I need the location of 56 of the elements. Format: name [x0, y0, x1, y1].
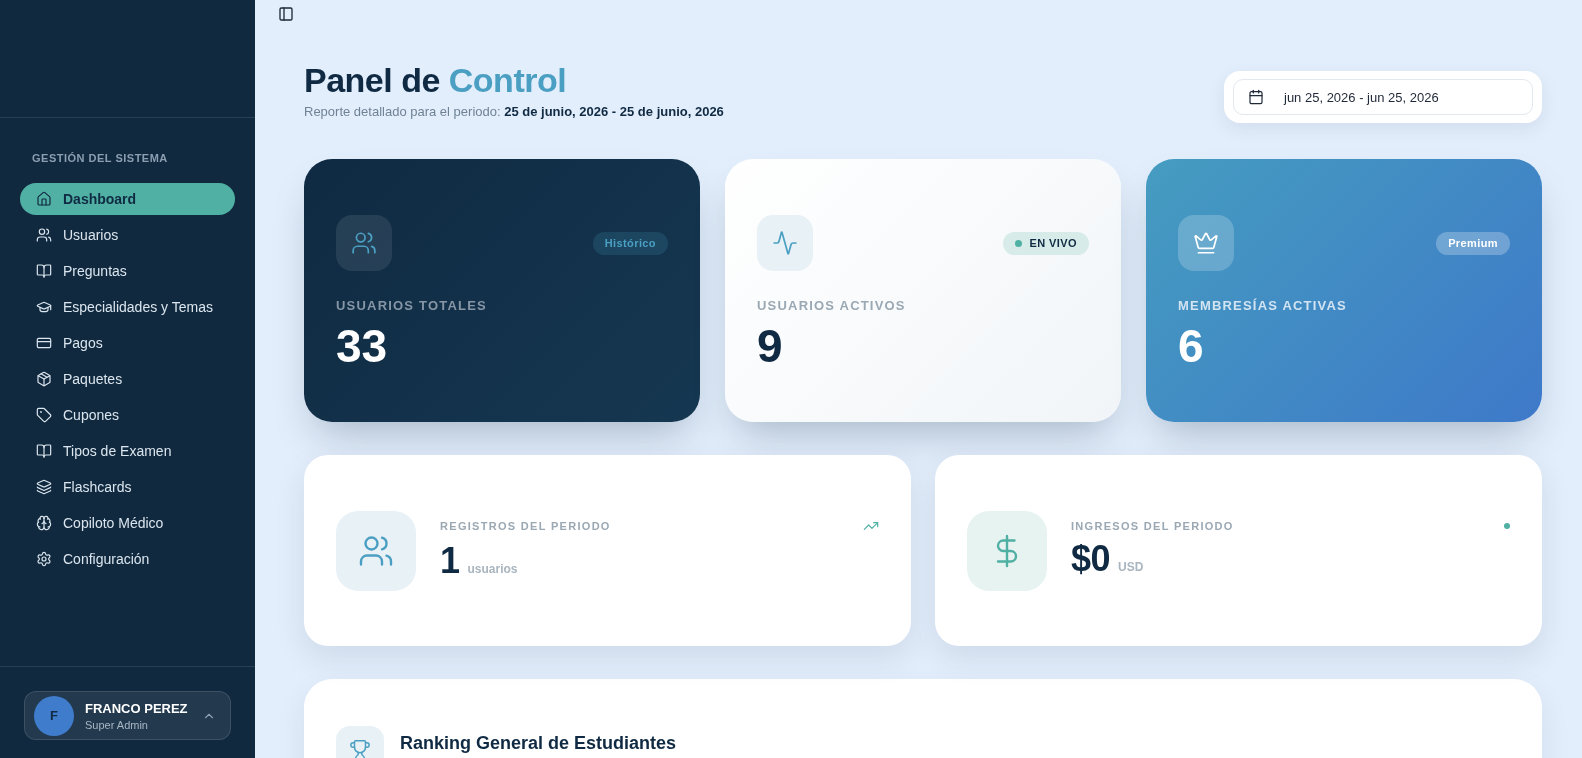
activity-icon — [757, 215, 813, 271]
nav-item[interactable]: Configuración — [20, 543, 235, 575]
users-icon — [336, 215, 392, 271]
package-icon — [36, 371, 52, 387]
book-icon — [36, 263, 52, 279]
badge-label: Premium — [1448, 237, 1498, 249]
period-unit: USD — [1118, 559, 1144, 574]
period-value: 1 — [440, 541, 460, 580]
dollar-sign-icon — [967, 510, 1047, 591]
ranking-title: Ranking General de Estudiantes — [400, 732, 677, 754]
nav-item[interactable]: Usuarios — [20, 219, 235, 251]
nav-item[interactable]: Tipos de Examen — [20, 435, 235, 467]
user-role: Super Admin — [85, 718, 149, 731]
book-icon — [36, 443, 52, 459]
avatar: F — [34, 695, 74, 736]
stat-label: USUARIOS ACTIVOS — [757, 298, 907, 313]
layers-icon — [36, 479, 52, 495]
stat-label: USUARIOS TOTALES — [336, 298, 488, 313]
nav-item[interactable]: Preguntas — [20, 255, 235, 287]
period-unit: usuarios — [467, 561, 518, 576]
nav-item[interactable]: Copiloto Médico — [20, 507, 235, 539]
credit-card-icon — [36, 335, 52, 351]
status-dot-icon — [1014, 239, 1022, 247]
settings-icon — [36, 551, 52, 567]
panel-left-icon — [278, 6, 294, 22]
user-name: FRANCO PEREZ — [85, 700, 189, 716]
crown-icon — [1178, 215, 1234, 271]
nav-item[interactable]: Especialidades y Temas — [20, 291, 235, 323]
calendar-icon — [1248, 89, 1264, 105]
period-value: $0 — [1071, 539, 1111, 578]
nav-item[interactable]: Paquetes — [20, 363, 235, 395]
sidebar-toggle-button[interactable] — [276, 4, 296, 24]
badge-label: EN VIVO — [1029, 237, 1077, 249]
nav-item[interactable]: Flashcards — [20, 471, 235, 503]
user-menu-button[interactable]: F FRANCO PEREZ Super Admin — [24, 691, 231, 740]
date-range-field[interactable]: jun 25, 2026 - jun 25, 2026 — [1233, 79, 1533, 115]
users-icon — [336, 510, 416, 591]
stat-value: 6 — [1178, 323, 1205, 369]
stat-value: 9 — [757, 323, 784, 369]
nav-item[interactable]: Cupones — [20, 399, 235, 431]
section-title: GESTIÓN DEL SISTEMA — [32, 152, 169, 165]
period-label: INGRESOS DEL PERIODO — [1071, 519, 1234, 532]
tag-icon — [36, 407, 52, 423]
nav-item[interactable]: Dashboard — [20, 183, 235, 215]
users-icon — [36, 227, 52, 243]
house-icon — [36, 191, 52, 207]
nav-item[interactable]: Pagos — [20, 327, 235, 359]
stat-label: MEMBRESÍAS ACTIVAS — [1178, 298, 1348, 313]
brain-icon — [36, 515, 52, 531]
stat-value: 33 — [336, 323, 389, 369]
badge-label: Histórico — [604, 237, 656, 249]
graduation-cap-icon — [36, 299, 52, 315]
page-title: Panel de Control — [304, 60, 568, 100]
period-label: REGISTROS DEL PERIODO — [440, 519, 611, 532]
status-dot-icon — [1504, 522, 1510, 529]
report-period-text: Reporte detallado para el periodo: 25 de junio, 2026 - 25 de junio, 2026 — [304, 104, 724, 120]
